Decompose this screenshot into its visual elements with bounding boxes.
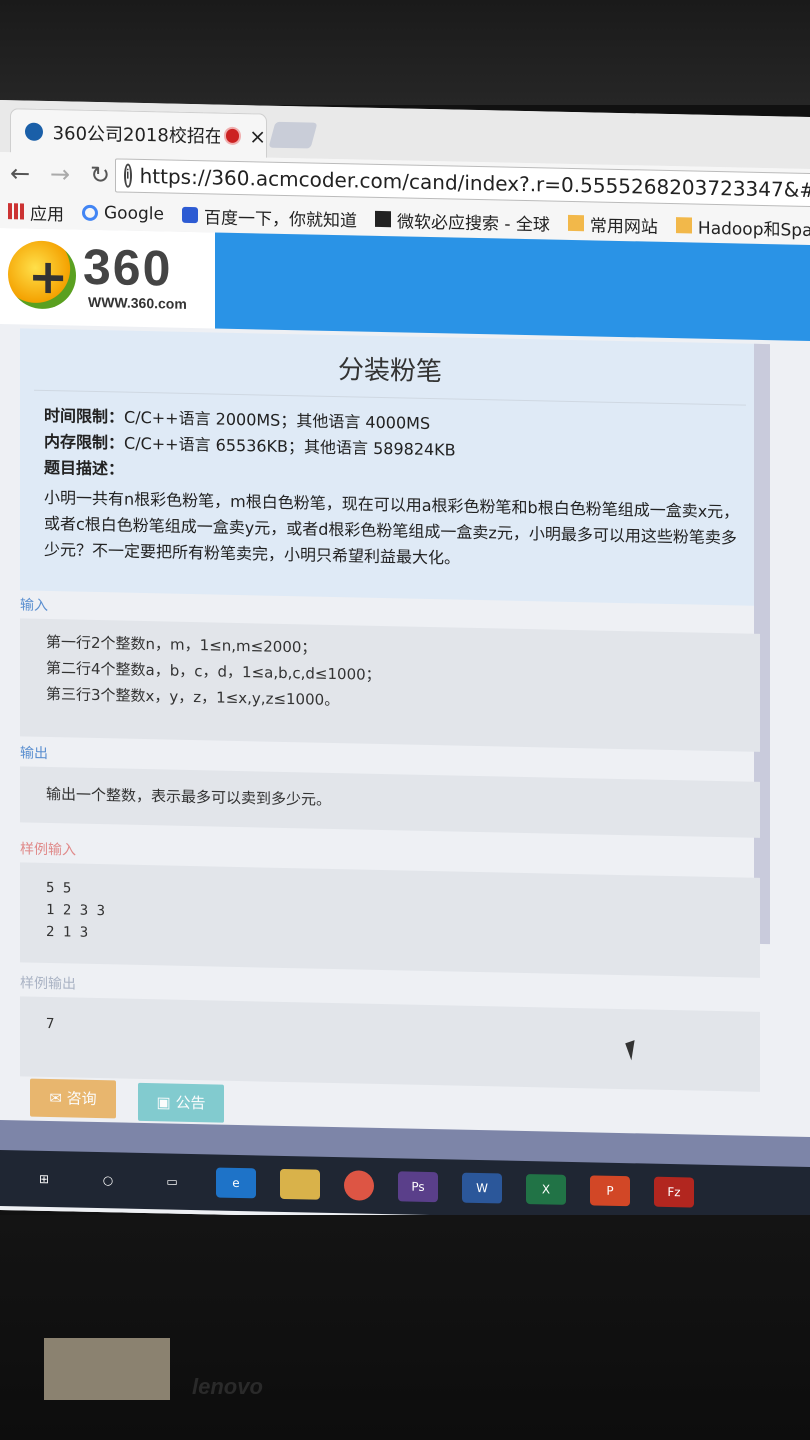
- tab-close-button[interactable]: ×: [249, 124, 266, 148]
- lenovo-logo: lenovo: [192, 1374, 263, 1399]
- reload-icon[interactable]: ↻: [80, 161, 120, 190]
- problem-title: 分装粉笔: [34, 342, 746, 406]
- problem-meta: 时间限制：C/C++语言 2000MS；其他语言 4000MS 内存限制：C/C…: [44, 403, 760, 496]
- memory-limit-value: C/C++语言 65536KB；其他语言 589824KB: [124, 433, 456, 460]
- cortana-icon[interactable]: ○: [88, 1165, 128, 1196]
- logo-text: 360: [83, 238, 173, 297]
- input-section-label: 输入: [20, 597, 48, 615]
- notice-icon: ▣: [156, 1093, 176, 1112]
- folder-icon: [567, 214, 584, 232]
- sample-input-box: 5 5 1 2 3 3 2 1 3: [20, 862, 760, 978]
- new-tab-button[interactable]: [268, 121, 318, 149]
- laptop-bezel-top: [0, 0, 810, 105]
- chrome-icon[interactable]: [344, 1170, 374, 1201]
- bookmark-label: 微软必应搜索 - 全球: [396, 211, 550, 236]
- recording-icon: [223, 126, 242, 146]
- bookmark-baidu[interactable]: 百度一下，你就知道: [181, 202, 357, 231]
- laptop-sticker: [44, 1338, 170, 1400]
- google-icon: [82, 204, 98, 222]
- filezilla-icon[interactable]: Fz: [654, 1176, 694, 1208]
- logo-url: WWW.360.com: [88, 293, 187, 312]
- description-label: 题目描述：: [44, 457, 125, 479]
- memory-limit-label: 内存限制：: [44, 431, 125, 453]
- word-icon[interactable]: W: [462, 1172, 502, 1204]
- excel-icon[interactable]: X: [526, 1174, 566, 1205]
- sample-input-label: 样例输入: [20, 841, 76, 859]
- bookmark-folder-common[interactable]: 常用网站: [567, 210, 658, 238]
- folder-icon: [675, 217, 692, 234]
- windows-start-icon[interactable]: ⊞: [24, 1164, 64, 1195]
- chat-icon: ✉: [49, 1089, 67, 1108]
- output-text: 输出一个整数，表示最多可以卖到多少元。: [46, 784, 332, 809]
- bookmark-apps[interactable]: 应用: [8, 199, 64, 225]
- time-limit-label: 时间限制：: [44, 405, 125, 427]
- sample-output-line: 7: [46, 1015, 55, 1033]
- forward-icon[interactable]: →: [40, 160, 80, 189]
- bookmark-google[interactable]: Google: [82, 203, 164, 225]
- edge-icon[interactable]: e: [216, 1167, 256, 1199]
- page-content: + 360 WWW.360.com 分装粉笔 时间限制：C/C++语言 2000…: [0, 228, 810, 1227]
- site-info-icon[interactable]: i: [124, 163, 132, 188]
- bookmark-label: 百度一下，你就知道: [203, 207, 357, 231]
- input-section-box: 第一行2个整数n，m，1≤n,m≤2000； 第二行4个整数a，b，c，d，1≤…: [20, 618, 760, 752]
- sample-output-box: 7: [20, 996, 760, 1092]
- output-section-label: 输出: [20, 745, 48, 763]
- time-limit-value: C/C++语言 2000MS；其他语言 4000MS: [124, 407, 431, 434]
- file-explorer-icon[interactable]: [280, 1168, 320, 1200]
- bookmark-label: Hadoop和Spar: [697, 218, 810, 241]
- bookmark-label: 常用网站: [589, 215, 658, 238]
- apps-grid-icon: [8, 203, 24, 220]
- laptop-bezel-bottom: [0, 1215, 810, 1440]
- bookmark-bing[interactable]: 微软必应搜索 - 全球: [374, 206, 550, 236]
- 360-logo: + 360 WWW.360.com: [8, 236, 208, 320]
- notice-button[interactable]: ▣ 公告: [138, 1082, 224, 1123]
- problem-panel: 分装粉笔 时间限制：C/C++语言 2000MS；其他语言 4000MS 内存限…: [20, 328, 760, 606]
- task-view-icon[interactable]: ▭: [152, 1166, 192, 1197]
- plus-icon: +: [28, 248, 69, 306]
- notice-label: 公告: [175, 1093, 206, 1113]
- site-header: + 360 WWW.360.com: [0, 228, 810, 341]
- output-section-box: 输出一个整数，表示最多可以卖到多少元。: [20, 766, 760, 838]
- consult-button[interactable]: ✉ 咨询: [30, 1078, 116, 1119]
- baidu-paw-icon: [181, 206, 198, 224]
- bing-icon: [374, 210, 391, 228]
- bookmark-folder-hadoop[interactable]: Hadoop和Spar: [675, 213, 810, 241]
- url-text: https://360.acmcoder.com/cand/index?.r=0…: [139, 163, 810, 204]
- consult-label: 咨询: [66, 1089, 97, 1109]
- bookmark-label: 应用: [30, 204, 64, 225]
- problem-description: 小明一共有n根彩色粉笔，m根白色粉笔，现在可以用a根彩色粉笔和b根白色粉笔组成一…: [44, 487, 740, 568]
- sample-output-label: 样例输出: [20, 975, 76, 993]
- tab-favicon-icon: [25, 122, 43, 141]
- browser-tab[interactable]: 360公司2018校招在线 ×: [10, 108, 267, 159]
- bookmark-label: Google: [104, 203, 164, 225]
- powerpoint-icon[interactable]: P: [590, 1175, 630, 1207]
- browser-screen: 360公司2018校招在线 × ← → ↻ i https://360.acmc…: [0, 100, 810, 1227]
- tab-title: 360公司2018校招在线: [52, 123, 220, 149]
- back-icon[interactable]: ←: [0, 159, 40, 188]
- photoshop-icon[interactable]: Ps: [398, 1171, 438, 1203]
